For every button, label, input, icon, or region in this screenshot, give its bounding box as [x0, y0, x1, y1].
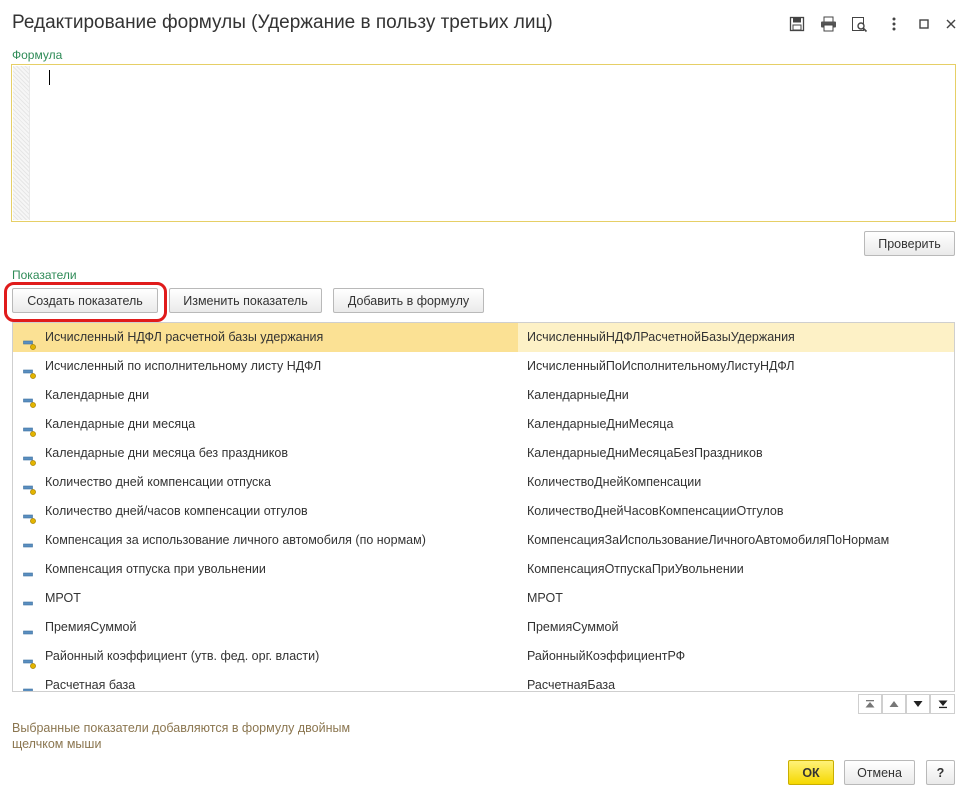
up-icon[interactable]: [882, 694, 906, 714]
indicator-name: Компенсация за использование личного авт…: [45, 533, 426, 547]
indicator-id: РайонныйКоэффициентРФ: [527, 649, 686, 663]
constant-icon: [23, 593, 37, 606]
indicator-name: Расчетная база: [45, 678, 136, 692]
indicator-name-cell: Календарные дни месяца: [13, 410, 518, 439]
indicator-id: ИсчисленныйПоИсполнительномуЛистуНДФЛ: [527, 359, 795, 373]
indicator-name-cell: Расчетная база: [13, 671, 518, 692]
indicator-id: ИсчисленныйНДФЛРасчетнойБазыУдержания: [518, 323, 954, 352]
indicator-name: Исчисленный НДФЛ расчетной базы удержани…: [45, 330, 324, 344]
indicator-name-cell: Количество дней/часов компенсации отгуло…: [13, 497, 518, 526]
edit-indicator-button[interactable]: Изменить показатель: [169, 288, 322, 313]
indicator-id: КоличествоДнейКомпенсации: [527, 475, 702, 489]
add-to-formula-button[interactable]: Добавить в формулу: [333, 288, 484, 313]
list-navigation: [858, 694, 955, 714]
indicator-id: КоличествоДнейЧасовКомпенсацииОтгулов: [527, 504, 784, 518]
maximize-icon[interactable]: [913, 13, 935, 35]
indicator-name-cell: ПремияСуммой: [13, 613, 518, 642]
close-icon[interactable]: [940, 13, 962, 35]
indicators-table[interactable]: Исчисленный НДФЛ расчетной базы удержани…: [12, 322, 955, 692]
indicator-name: МРОТ: [45, 591, 81, 605]
down-icon[interactable]: [906, 694, 930, 714]
last-icon[interactable]: [930, 694, 955, 714]
indicator-icon: [23, 448, 37, 466]
indicator-name-cell: Календарные дни месяца без праздников: [13, 439, 518, 468]
table-row[interactable]: Количество дней/часов компенсации отгуло…: [13, 497, 954, 526]
constant-icon: [23, 564, 37, 577]
more-icon[interactable]: [883, 13, 905, 35]
indicator-id: ПремияСуммой: [527, 620, 619, 634]
table-row[interactable]: Исчисленный по исполнительному листу НДФ…: [13, 352, 954, 381]
table-row[interactable]: Компенсация отпуска при увольнении Компен…: [13, 555, 954, 584]
indicator-id: КомпенсацияОтпускаПриУвольнении: [527, 562, 744, 576]
help-button[interactable]: ?: [926, 760, 955, 785]
indicator-name-cell: Районный коэффициент (утв. фед. орг. вла…: [13, 642, 518, 671]
indicator-name-cell: Количество дней компенсации отпуска: [13, 468, 518, 497]
formula-gutter: [13, 66, 29, 220]
constant-icon: [23, 535, 37, 548]
title-bar: Редактирование формулы (Удержание в поль…: [0, 0, 967, 48]
window-title: Редактирование формулы (Удержание в поль…: [12, 12, 553, 33]
formula-label: Формула: [12, 48, 63, 62]
indicator-name-cell: Исчисленный по исполнительному листу НДФ…: [13, 352, 518, 381]
indicator-icon: [23, 390, 37, 408]
indicator-name-cell: Календарные дни: [13, 381, 518, 410]
indicator-icon: [23, 477, 37, 495]
indicator-id: КалендарныеДниМесяцаБезПраздников: [527, 446, 763, 460]
table-row[interactable]: Календарные дни КалендарныеДни: [13, 381, 954, 410]
table-row[interactable]: ПремияСуммой ПремияСуммой: [13, 613, 954, 642]
indicator-icon: [23, 361, 37, 379]
indicator-name-cell: МРОТ: [13, 584, 518, 613]
indicator-name: Календарные дни месяца без праздников: [45, 446, 288, 460]
indicator-icon: [23, 332, 37, 350]
preview-icon[interactable]: [848, 13, 870, 35]
indicator-id: КалендарныеДни: [527, 388, 629, 402]
indicator-name: Районный коэффициент (утв. фед. орг. вла…: [45, 649, 320, 663]
indicator-name: Календарные дни: [45, 388, 150, 402]
constant-icon: [23, 622, 37, 635]
indicator-icon: [23, 419, 37, 437]
print-icon[interactable]: [817, 13, 839, 35]
indicator-icon: [23, 506, 37, 524]
indicator-name: ПремияСуммой: [45, 620, 137, 634]
indicators-label: Показатели: [12, 268, 77, 282]
indicator-name: Компенсация отпуска при увольнении: [45, 562, 266, 576]
indicator-name: Календарные дни месяца: [45, 417, 196, 431]
indicator-name: Количество дней/часов компенсации отгуло…: [45, 504, 308, 518]
indicator-id: МРОТ: [527, 591, 563, 605]
table-row[interactable]: Районный коэффициент (утв. фед. орг. вла…: [13, 642, 954, 671]
indicator-name: Количество дней компенсации отпуска: [45, 475, 272, 489]
table-row[interactable]: Календарные дни месяца без праздников Кал…: [13, 439, 954, 468]
formula-editor[interactable]: [11, 64, 956, 222]
indicator-icon: [23, 680, 37, 691]
create-indicator-button[interactable]: Создать показатель: [12, 288, 158, 313]
table-row[interactable]: Календарные дни месяца КалендарныеДниМеся…: [13, 410, 954, 439]
cancel-button[interactable]: Отмена: [844, 760, 915, 785]
table-row[interactable]: Расчетная база РасчетнаяБаза: [13, 671, 954, 692]
text-caret: [49, 70, 50, 85]
ok-button[interactable]: ОК: [788, 760, 834, 785]
table-row[interactable]: Количество дней компенсации отпуска Колич…: [13, 468, 954, 497]
first-icon[interactable]: [858, 694, 882, 714]
save-icon[interactable]: [786, 13, 808, 35]
indicator-name-cell: Компенсация отпуска при увольнении: [13, 555, 518, 584]
indicator-icon: [23, 651, 37, 669]
indicator-name-cell: Исчисленный НДФЛ расчетной базы удержани…: [13, 323, 518, 352]
table-row[interactable]: Исчисленный НДФЛ расчетной базы удержани…: [13, 323, 954, 352]
table-row[interactable]: МРОТ МРОТ: [13, 584, 954, 613]
table-row[interactable]: Компенсация за использование личного авт…: [13, 526, 954, 555]
indicator-name-cell: Компенсация за использование личного авт…: [13, 526, 518, 555]
indicator-id: РасчетнаяБаза: [527, 678, 616, 692]
indicator-id: КалендарныеДниМесяца: [527, 417, 674, 431]
indicator-name: Исчисленный по исполнительному листу НДФ…: [45, 359, 322, 373]
indicator-id: КомпенсацияЗаИспользованиеЛичногоАвтомоб…: [527, 533, 890, 547]
hint-text: Выбранные показатели добавляются в форму…: [12, 721, 351, 751]
check-button[interactable]: Проверить: [864, 231, 955, 256]
